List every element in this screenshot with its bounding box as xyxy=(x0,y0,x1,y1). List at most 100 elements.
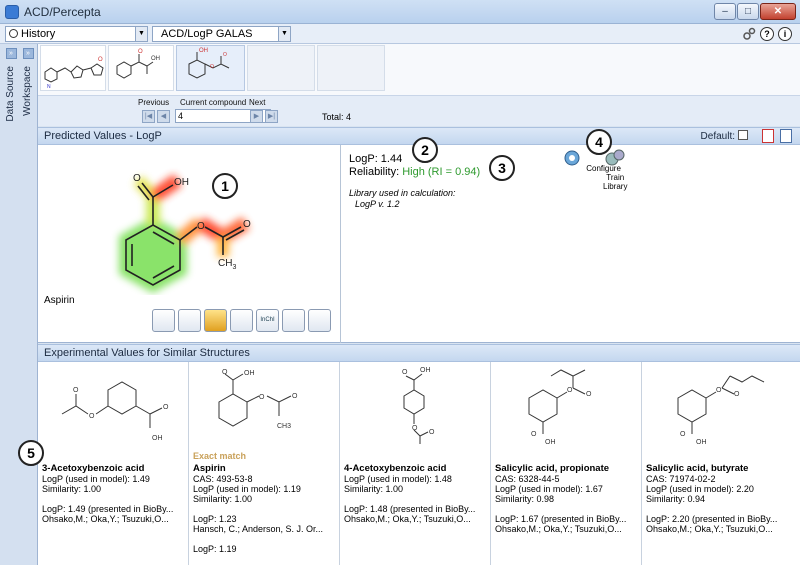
edit-icon[interactable] xyxy=(308,309,331,332)
logp-presented: LogP: 1.67 (presented in BioBy... xyxy=(495,514,627,524)
settings-icon[interactable] xyxy=(742,27,756,41)
authors: Ohsako,M.; Oka,Y.; Tsuzuki,O... xyxy=(495,524,622,534)
experimental-values-panel: OH O O O 3-Acetoxybenzoic acid LogP (used i… xyxy=(38,362,800,565)
module-label: ACD/LogP GALAS xyxy=(161,28,253,40)
compound-name: Aspirin xyxy=(44,295,75,306)
history-dropdown[interactable]: History ▼ xyxy=(5,26,148,42)
structure-name: 4-Acetoxybenzoic acid xyxy=(344,464,447,474)
compound-thumbnail-selected[interactable]: OH O O xyxy=(176,45,245,91)
logp-model: LogP (used in model): 1.49 xyxy=(42,474,150,484)
svg-text:CH3: CH3 xyxy=(277,423,291,430)
inchi-button[interactable]: InChI xyxy=(256,309,279,332)
compound-thumbnail[interactable]: ON xyxy=(40,45,106,91)
default-label: Default: xyxy=(700,131,735,142)
next-button[interactable]: ▶ xyxy=(250,110,263,123)
compound-thumbnail-empty xyxy=(317,45,385,91)
cas-number: CAS: 493-53-8 xyxy=(193,474,253,484)
tab-workspace[interactable]: » Workspace xyxy=(20,48,36,158)
logp-presented: LogP: 1.23 xyxy=(193,514,237,524)
atom-oh: OH xyxy=(174,177,189,188)
info-icon[interactable]: i xyxy=(778,27,792,41)
authors: Ohsako,M.; Oka,Y.; Tsuzuki,O... xyxy=(646,524,773,534)
tab-data-source[interactable]: » Data Source xyxy=(3,48,19,158)
sidebar: » Data Source » Workspace xyxy=(0,44,38,565)
similar-structure-info: Salicylic acid, butyrate CAS: 71974-02-2… xyxy=(646,464,792,534)
atom-ch3: CH3 xyxy=(218,258,236,271)
help-icon[interactable]: ? xyxy=(760,27,774,41)
chevron-down-icon[interactable]: ▼ xyxy=(135,27,147,41)
similar-structure-card[interactable]: O O OH O Salicylic acid, propionate CAS: 63… xyxy=(491,362,642,565)
copy-structure-icon[interactable] xyxy=(152,309,175,332)
structure-thumbnail-3: OH O O xyxy=(188,48,230,79)
atom-o: O xyxy=(243,219,251,230)
svg-text:OH: OH xyxy=(151,56,160,62)
similar-structure-info: 4-Acetoxybenzoic acid LogP (used in mode… xyxy=(344,464,490,524)
experimental-header-title: Experimental Values for Similar Structur… xyxy=(44,347,250,359)
copy-smiles-icon[interactable] xyxy=(178,309,201,332)
authors: Ohsako,M.; Oka,Y.; Tsuzuki,O... xyxy=(42,514,169,524)
svg-text:O: O xyxy=(210,64,214,70)
clock-icon xyxy=(9,29,18,38)
similarity: Similarity: 0.98 xyxy=(495,494,555,504)
tab-workspace-label: Workspace xyxy=(22,66,33,116)
svg-text:OH: OH xyxy=(244,370,255,377)
exact-match-label: Exact match xyxy=(193,451,247,461)
svg-text:O: O xyxy=(412,425,418,432)
compound-thumbnails: ON OH O OH O O xyxy=(38,44,800,96)
copy-icon[interactable] xyxy=(780,129,792,143)
close-button[interactable]: ✕ xyxy=(760,3,796,20)
structure-salicylic-acid-butyrate: O O OH O xyxy=(677,375,765,446)
reliability-value: High (RI = 0.94) xyxy=(402,166,481,178)
library-version: LogP v. 1.2 xyxy=(355,199,400,209)
svg-text:O: O xyxy=(531,431,537,438)
similarity: Similarity: 1.00 xyxy=(42,484,102,494)
title-bar: ACD/Percepta – □ ✕ xyxy=(0,0,800,24)
expand-icon[interactable]: » xyxy=(5,48,17,59)
svg-text:O: O xyxy=(89,413,95,420)
structure-4-acetoxybenzoic-acid: O OH O O xyxy=(402,367,435,444)
callout-2: 2 xyxy=(412,137,438,163)
svg-text:O: O xyxy=(73,387,79,394)
svg-text:O: O xyxy=(98,57,103,63)
checkbox[interactable] xyxy=(738,130,748,140)
similar-structure-card[interactable]: O O OH O Salicylic acid, butyrate CAS: 7197… xyxy=(642,362,800,565)
tab-data-source-label: Data Source xyxy=(5,66,16,122)
svg-text:O: O xyxy=(402,369,408,376)
pdf-icon[interactable] xyxy=(762,129,774,143)
next-label: Next xyxy=(249,98,266,107)
compound-thumbnail-empty xyxy=(247,45,315,91)
app-icon xyxy=(5,4,19,19)
reliability-line: Reliability: High (RI = 0.94) xyxy=(349,166,480,178)
structure-thumbnail-2: OH O xyxy=(116,49,160,79)
expand-icon[interactable]: » xyxy=(22,48,34,59)
similar-structure-card[interactable]: O OH O O CH3 Exact match Aspirin CAS: 493-53… xyxy=(189,362,340,565)
reagent-icon[interactable] xyxy=(204,309,227,332)
first-button[interactable]: |◀ xyxy=(142,110,155,123)
similar-structure-info: Aspirin CAS: 493-53-8 LogP (used in mode… xyxy=(193,464,339,554)
gear-icon xyxy=(564,150,580,166)
cas-number: CAS: 71974-02-2 xyxy=(646,474,716,484)
reliability-label: Reliability: xyxy=(349,166,400,178)
chevron-down-icon[interactable]: ▼ xyxy=(278,27,290,41)
minimize-button[interactable]: – xyxy=(714,3,736,20)
compound-thumbnail[interactable]: OH O xyxy=(108,45,174,91)
svg-text:N: N xyxy=(47,84,51,90)
train-library-button[interactable]: Train Library xyxy=(603,147,627,191)
previous-button[interactable]: ◀ xyxy=(157,110,170,123)
similarity: Similarity: 0.94 xyxy=(646,494,706,504)
last-button[interactable]: ▶| xyxy=(265,110,278,123)
predicted-values-panel: O OH O O CH3 Aspirin InChI LogP: 1.44 Re… xyxy=(38,145,800,343)
structure-panel: O OH O O CH3 Aspirin InChI xyxy=(38,145,341,343)
similar-structure-card[interactable]: O OH O O 4-Acetoxybenzoic acid LogP (used i… xyxy=(340,362,491,565)
default-checkbox[interactable]: Default: xyxy=(701,129,748,145)
similar-structure-card[interactable]: OH O O O 3-Acetoxybenzoic acid LogP (used i… xyxy=(38,362,189,565)
svg-text:OH: OH xyxy=(696,439,707,446)
module-dropdown[interactable]: ACD/LogP GALAS ▼ xyxy=(152,26,291,42)
experimental-values-header: Experimental Values for Similar Structur… xyxy=(38,344,800,362)
similar-structure-info: 3-Acetoxybenzoic acid LogP (used in mode… xyxy=(42,464,188,524)
open-folder-icon[interactable] xyxy=(282,309,305,332)
logp-presented: LogP: 2.20 (presented in BioBy... xyxy=(646,514,778,524)
aspirin-structure: O OH O O CH3 xyxy=(119,173,251,294)
smiley-icon[interactable] xyxy=(230,309,253,332)
maximize-button[interactable]: □ xyxy=(737,3,759,20)
